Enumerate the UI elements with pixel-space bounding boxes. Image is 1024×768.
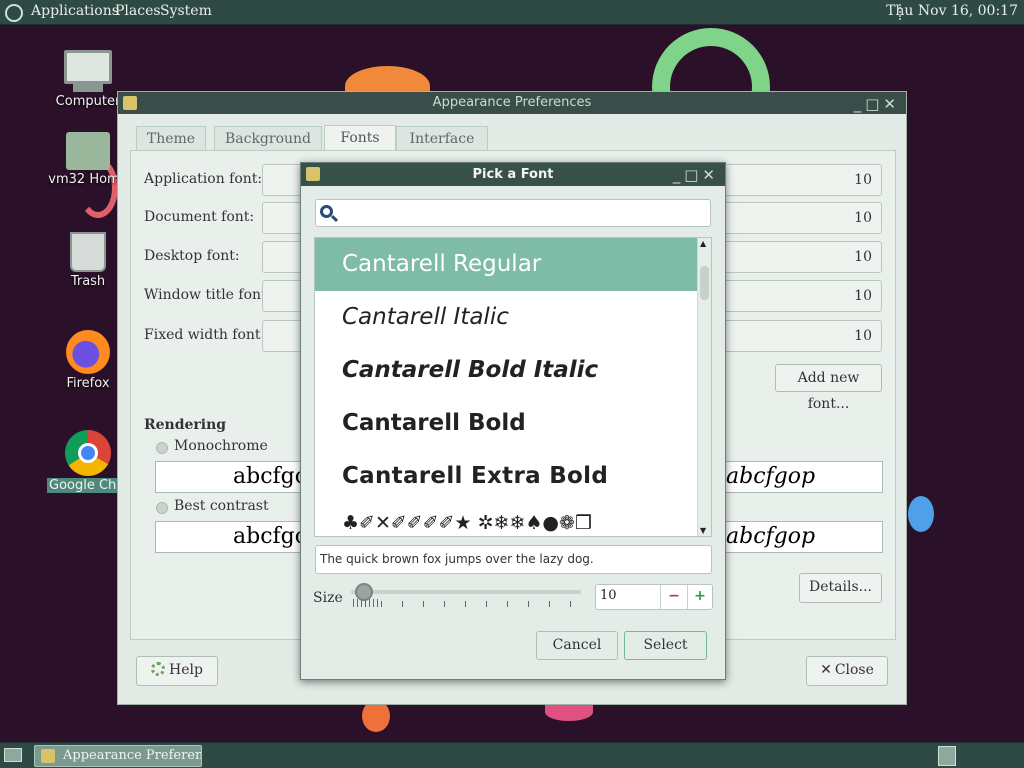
help-icon [151,662,166,676]
clock[interactable]: Thu Nov 16, 00:17 [886,3,1018,19]
size-spinbutton: 10 − + [595,584,713,610]
scroll-down-arrow-icon[interactable]: ▼ [700,526,706,535]
firefox-icon [66,330,110,374]
decrease-size-button[interactable]: − [660,585,687,609]
tab-theme[interactable]: Theme [136,126,206,151]
font-item-cantarell-italic[interactable]: Cantarell Italic [315,291,699,344]
taskbar-appearance-button[interactable]: Appearance Preferen... [34,745,202,767]
desktop-icon-label: Firefox [66,376,110,391]
font-list: Cantarell Regular Cantarell Italic Canta… [314,237,712,537]
desktop-font-label: Desktop font: [144,248,240,264]
dialog-title: Pick a Font [472,167,554,182]
monochrome-sample[interactable]: abcfgop [155,461,322,493]
font-list-scrollbar[interactable]: ▲ ▼ [697,238,711,536]
slider-track [351,590,581,594]
tab-fonts[interactable]: Fonts [324,125,396,152]
window-title: Appearance Preferences [432,95,592,110]
menu-system[interactable]: System [160,3,212,19]
subpixel-sample-2[interactable]: abcfgop [715,521,883,553]
help-button[interactable]: Help [136,656,218,686]
close-dialog-button[interactable]: ✕ [702,166,719,184]
tab-interface[interactable]: Interface [396,126,488,151]
document-font-label: Document font: [144,209,255,225]
add-new-font-button[interactable]: Add new font... [775,364,882,412]
font-search-box [315,199,711,227]
show-desktop-icon[interactable] [4,748,22,762]
font-item-symbols[interactable]: ♣✐✕✐✐✐✐★ ✲❄❄♠●❁❒ [315,508,699,536]
minimize-button[interactable]: _ [854,95,866,113]
app-icon [306,167,320,181]
size-label: Size [313,590,343,606]
close-window-button[interactable]: ✕ [883,95,900,113]
maximize-button[interactable]: □ [684,166,702,184]
workspace-switcher[interactable] [938,746,956,766]
cancel-button[interactable]: Cancel [536,631,618,660]
font-preview-field[interactable]: The quick brown fox jumps over the lazy … [315,545,712,574]
font-item-cantarell-extra-bold[interactable]: Cantarell Extra Bold [315,450,699,503]
menu-applications[interactable]: Applications [31,3,119,19]
font-item-cantarell-bold-italic[interactable]: Cantarell Bold Italic [315,344,699,397]
app-icon [123,96,137,110]
subpixel-sample[interactable]: abcfgop [715,461,883,493]
rendering-heading: Rendering [144,417,227,433]
chrome-icon [65,430,111,476]
minimize-button[interactable]: _ [673,166,685,184]
window-title-font-label: Window title font: [144,287,272,303]
maximize-button[interactable]: □ [865,95,883,113]
computer-icon [64,50,112,84]
bottom-panel: Appearance Preferen... [0,742,1024,768]
size-slider[interactable] [351,583,583,613]
menu-places[interactable]: Places [115,3,161,19]
app-icon [41,749,55,763]
select-button[interactable]: Select [624,631,707,660]
trash-icon [70,232,106,272]
dialog-titlebar[interactable]: Pick a Font _□✕ [301,163,725,186]
tab-background[interactable]: Background [214,126,322,151]
wallpaper-bottom-blob-2 [545,703,593,721]
details-button[interactable]: Details... [799,573,882,603]
slider-ticks [353,599,581,609]
close-button[interactable]: ✕ Close [806,656,888,686]
home-folder-icon [66,132,110,170]
desktop-icon-label: Computer [55,94,121,109]
desktop-icon-label: Trash [70,274,106,289]
scroll-up-arrow-icon[interactable]: ▲ [700,239,706,248]
font-search-input[interactable] [340,203,700,223]
font-item-cantarell-regular[interactable]: Cantarell Regular [315,238,699,291]
close-icon: ✕ [820,662,832,678]
pick-a-font-dialog: Pick a Font _□✕ Cantarell Regular Cantar… [300,162,726,680]
main-menu-icon[interactable] [5,4,23,22]
wallpaper-blue-blob [908,496,934,532]
size-value[interactable]: 10 [600,588,617,603]
window-titlebar[interactable]: Appearance Preferences _□✕ [118,92,906,114]
top-panel: Applications Places System Thu Nov 16, 0… [0,0,1024,25]
increase-size-button[interactable]: + [687,585,712,609]
best-contrast-label[interactable]: Best contrast [174,498,269,514]
application-font-label: Application font: [144,171,263,187]
scroll-thumb[interactable] [700,266,709,300]
font-item-cantarell-bold[interactable]: Cantarell Bold [315,397,699,450]
monochrome-label[interactable]: Monochrome [174,438,268,454]
best-contrast-sample[interactable]: abcfgop [155,521,322,553]
monochrome-radio[interactable] [156,442,168,454]
best-contrast-radio[interactable] [156,502,168,514]
fixed-width-font-label: Fixed width font: [144,327,266,343]
